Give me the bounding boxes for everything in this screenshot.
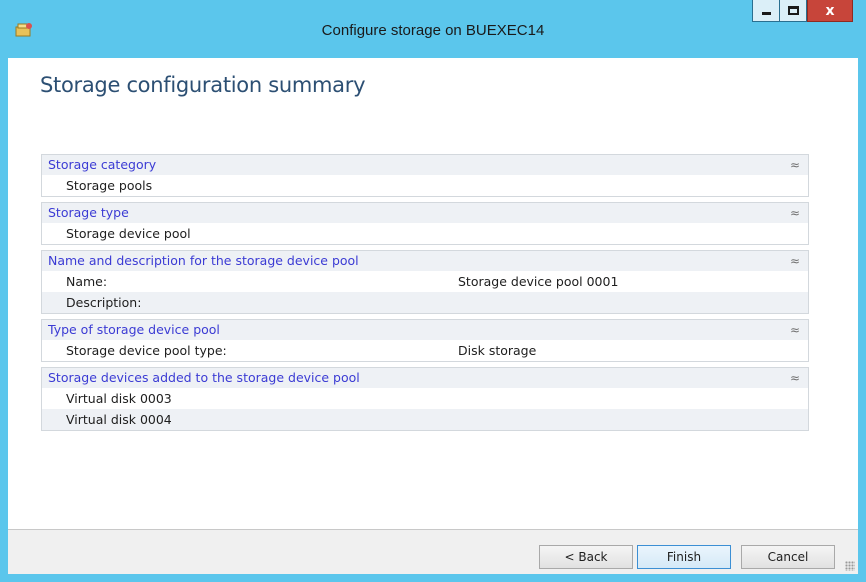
back-button[interactable]: < Back <box>539 545 633 569</box>
close-icon: x <box>825 2 835 19</box>
minimize-icon <box>761 11 771 15</box>
section-header-label: Storage devices added to the storage dev… <box>48 370 360 385</box>
finish-button[interactable]: Finish <box>637 545 731 569</box>
maximize-icon <box>787 6 799 15</box>
summary-row: Storage pools <box>42 175 808 196</box>
summary-row: Name: Storage device pool 0001 <box>42 271 808 292</box>
summary-section: Name and description for the storage dev… <box>41 250 809 314</box>
summary-sections: Storage category ≈ Storage pools Storage ty… <box>41 154 809 436</box>
minimize-button[interactable] <box>752 0 779 22</box>
row-label: Description: <box>66 295 142 310</box>
row-value: Storage device pool 0001 <box>458 274 619 289</box>
summary-row: Virtual disk 0003 <box>42 388 808 409</box>
maximize-button[interactable] <box>779 0 807 22</box>
button-bar: < Back Finish Cancel <box>8 529 858 574</box>
row-label: Virtual disk 0004 <box>66 412 172 427</box>
section-header-label: Storage type <box>48 205 129 220</box>
summary-row: Description: <box>42 292 808 313</box>
wizard-content: Storage configuration summary Storage ca… <box>8 58 858 574</box>
summary-section: Storage devices added to the storage dev… <box>41 367 809 431</box>
cancel-button[interactable]: Cancel <box>741 545 835 569</box>
section-header-label: Storage category <box>48 157 157 172</box>
row-label: Virtual disk 0003 <box>66 391 172 406</box>
wizard-window: Configure storage on BUEXEC14 x Storage … <box>0 0 866 582</box>
summary-section: Storage type ≈ Storage device pool <box>41 202 809 245</box>
section-header[interactable]: Storage type ≈ <box>42 203 808 223</box>
summary-row: Storage device pool <box>42 223 808 244</box>
section-header[interactable]: Storage devices added to the storage dev… <box>42 368 808 388</box>
window-title: Configure storage on BUEXEC14 <box>321 22 545 39</box>
row-label: Storage pools <box>66 178 153 193</box>
row-label: Name: <box>66 274 108 289</box>
row-label: Storage device pool type: <box>66 343 227 358</box>
row-value: Disk storage <box>458 343 537 358</box>
summary-section: Storage category ≈ Storage pools <box>41 154 809 197</box>
section-header-label: Type of storage device pool <box>48 322 220 337</box>
section-header-label: Name and description for the storage dev… <box>48 253 359 268</box>
collapse-chevron-icon[interactable]: ≈ <box>790 320 800 340</box>
row-label: Storage device pool <box>66 226 191 241</box>
summary-row: Storage device pool type: Disk storage <box>42 340 808 361</box>
collapse-chevron-icon[interactable]: ≈ <box>790 368 800 388</box>
resize-grip-icon[interactable] <box>845 561 855 571</box>
title-bar[interactable]: Configure storage on BUEXEC14 x <box>0 0 866 58</box>
collapse-chevron-icon[interactable]: ≈ <box>790 203 800 223</box>
summary-row: Virtual disk 0004 <box>42 409 808 430</box>
summary-section: Type of storage device pool ≈ Storage devi… <box>41 319 809 362</box>
collapse-chevron-icon[interactable]: ≈ <box>790 155 800 175</box>
collapse-chevron-icon[interactable]: ≈ <box>790 251 800 271</box>
close-button[interactable]: x <box>807 0 853 22</box>
page-title: Storage configuration summary <box>40 73 366 97</box>
section-header[interactable]: Type of storage device pool ≈ <box>42 320 808 340</box>
section-header[interactable]: Name and description for the storage dev… <box>42 251 808 271</box>
section-header[interactable]: Storage category ≈ <box>42 155 808 175</box>
